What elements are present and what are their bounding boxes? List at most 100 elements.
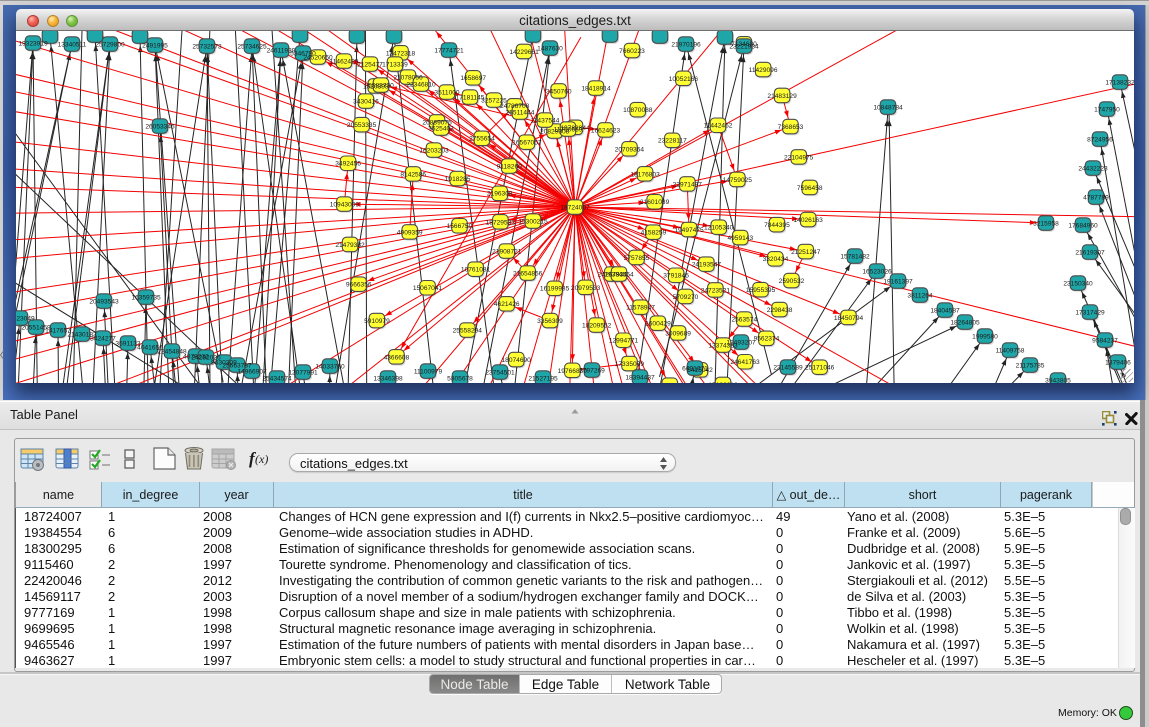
- svg-text:17684960: 17684960: [1068, 222, 1098, 229]
- svg-text:5805678: 5805678: [447, 375, 473, 382]
- svg-text:15781482: 15781482: [840, 253, 870, 260]
- svg-text:22346810: 22346810: [406, 81, 436, 88]
- svg-text:11429096: 11429096: [749, 67, 778, 74]
- svg-text:21175785: 21175785: [1016, 362, 1045, 369]
- svg-text:1566750: 1566750: [447, 223, 473, 230]
- svg-text:13346398: 13346398: [373, 375, 403, 382]
- svg-text:23754501: 23754501: [485, 369, 515, 376]
- svg-text:11437544: 11437544: [531, 117, 560, 124]
- svg-text:7596458: 7596458: [797, 185, 823, 192]
- svg-text:21527195: 21527195: [528, 375, 558, 382]
- svg-text:18264805: 18264805: [950, 319, 980, 326]
- svg-text:23150340: 23150340: [1063, 280, 1093, 287]
- svg-text:16359735: 16359735: [131, 294, 161, 301]
- svg-text:1658697: 1658697: [460, 75, 486, 82]
- svg-text:21601039: 21601039: [640, 199, 670, 206]
- svg-text:2125477: 2125477: [357, 61, 383, 68]
- svg-text:5910979: 5910979: [364, 318, 390, 325]
- svg-text:24292026: 24292026: [191, 354, 221, 361]
- svg-text:5583730: 5583730: [368, 82, 394, 89]
- svg-text:25734625: 25734625: [237, 43, 267, 50]
- svg-text:16199985: 16199985: [540, 286, 570, 293]
- svg-text:2563574: 2563574: [731, 316, 757, 323]
- svg-text:10052166: 10052166: [669, 76, 699, 83]
- svg-text:20493543: 20493543: [89, 298, 119, 305]
- svg-text:11442462: 11442462: [704, 123, 733, 130]
- svg-text:10943009: 10943009: [330, 202, 360, 209]
- svg-text:5757855: 5757855: [624, 255, 650, 262]
- svg-text:1999580: 1999580: [972, 333, 998, 340]
- svg-text:4909359: 4909359: [397, 229, 423, 236]
- svg-text:3811264: 3811264: [907, 292, 933, 299]
- svg-text:25511444: 25511444: [506, 109, 535, 116]
- svg-text:14966907: 14966907: [237, 368, 267, 375]
- svg-text:3492456: 3492456: [335, 161, 361, 168]
- svg-text:25732573: 25732573: [192, 43, 222, 50]
- svg-text:2755654: 2755654: [469, 136, 495, 143]
- svg-text:20979533: 20979533: [571, 285, 601, 292]
- svg-text:24641763: 24641763: [730, 359, 760, 366]
- svg-text:3450760: 3450760: [546, 88, 572, 95]
- svg-text:2590532: 2590532: [779, 278, 805, 285]
- svg-text:18074690: 18074690: [502, 357, 532, 364]
- svg-text:3943805: 3943805: [1045, 377, 1071, 383]
- svg-text:2196308: 2196308: [487, 191, 513, 198]
- svg-text:25729800: 25729800: [95, 41, 125, 48]
- svg-text:18209552: 18209552: [582, 323, 612, 330]
- svg-text:21619307: 21619307: [1075, 249, 1105, 256]
- svg-text:20553335: 20553335: [347, 122, 377, 129]
- svg-text:21251247: 21251247: [791, 249, 821, 256]
- svg-text:25558294: 25558294: [453, 328, 483, 335]
- svg-text:21970196: 21970196: [671, 41, 701, 48]
- svg-text:1487630: 1487630: [537, 45, 563, 52]
- svg-text:23228117: 23228117: [658, 138, 687, 145]
- svg-text:5346790: 5346790: [290, 50, 316, 57]
- svg-text:4959143: 4959143: [727, 235, 753, 242]
- svg-text:13340511: 13340511: [58, 41, 87, 48]
- svg-text:2491995: 2491995: [142, 42, 168, 49]
- svg-text:3424277: 3424277: [90, 335, 116, 342]
- svg-text:25434574: 25434574: [262, 375, 292, 382]
- svg-text:10870088: 10870088: [623, 107, 653, 114]
- svg-text:15300215: 15300215: [518, 218, 548, 225]
- svg-text:21479382: 21479382: [335, 242, 365, 249]
- svg-text:13472318: 13472318: [386, 50, 416, 57]
- svg-text:4366608: 4366608: [384, 354, 410, 361]
- svg-text:8724956: 8724956: [1087, 136, 1113, 143]
- svg-text:11100979: 11100979: [414, 368, 443, 375]
- svg-text:24723521: 24723521: [701, 287, 731, 294]
- svg-text:19497475: 19497475: [674, 227, 704, 234]
- svg-text:11409758: 11409758: [996, 347, 1025, 354]
- svg-text:21483129: 21483129: [767, 93, 797, 100]
- svg-text:16567057: 16567057: [512, 140, 542, 147]
- svg-text:9562374: 9562374: [754, 336, 780, 343]
- svg-text:4158259: 4158259: [641, 230, 667, 237]
- svg-text:19384554: 19384554: [604, 271, 634, 278]
- svg-text:12994771: 12994771: [609, 338, 639, 345]
- svg-text:2298438: 2298438: [767, 307, 793, 314]
- svg-text:1747950: 1747950: [1094, 106, 1120, 113]
- svg-text:16624623: 16624623: [591, 127, 621, 134]
- svg-text:14229661: 14229661: [509, 49, 539, 56]
- svg-text:10848784: 10848784: [873, 104, 903, 111]
- svg-text:14026163: 14026163: [794, 217, 824, 224]
- svg-text:4621426: 4621426: [494, 301, 520, 308]
- svg-text:11578947: 11578947: [626, 305, 655, 312]
- svg-text:11700659: 11700659: [554, 126, 583, 133]
- svg-text:17317429: 17317429: [1075, 309, 1105, 316]
- svg-text:11462429: 11462429: [330, 58, 359, 65]
- svg-text:7844395: 7844395: [764, 222, 790, 229]
- svg-text:15120218: 15120218: [708, 382, 738, 383]
- svg-text:1600429: 1600429: [645, 321, 671, 328]
- svg-text:20709364: 20709364: [615, 146, 645, 153]
- svg-text:3791845: 3791845: [663, 273, 689, 280]
- svg-text:7660223: 7660223: [619, 48, 645, 55]
- svg-text:10761081: 10761081: [461, 267, 491, 274]
- svg-text:19161397: 19161397: [883, 278, 913, 285]
- svg-text:3257225: 3257225: [481, 97, 507, 104]
- svg-text:26053346: 26053346: [145, 123, 175, 130]
- svg-text:15067041: 15067041: [413, 285, 443, 292]
- svg-text:15955395: 15955395: [746, 287, 776, 294]
- svg-text:1713339: 1713339: [382, 61, 408, 68]
- svg-text:1018285: 1018285: [445, 176, 471, 183]
